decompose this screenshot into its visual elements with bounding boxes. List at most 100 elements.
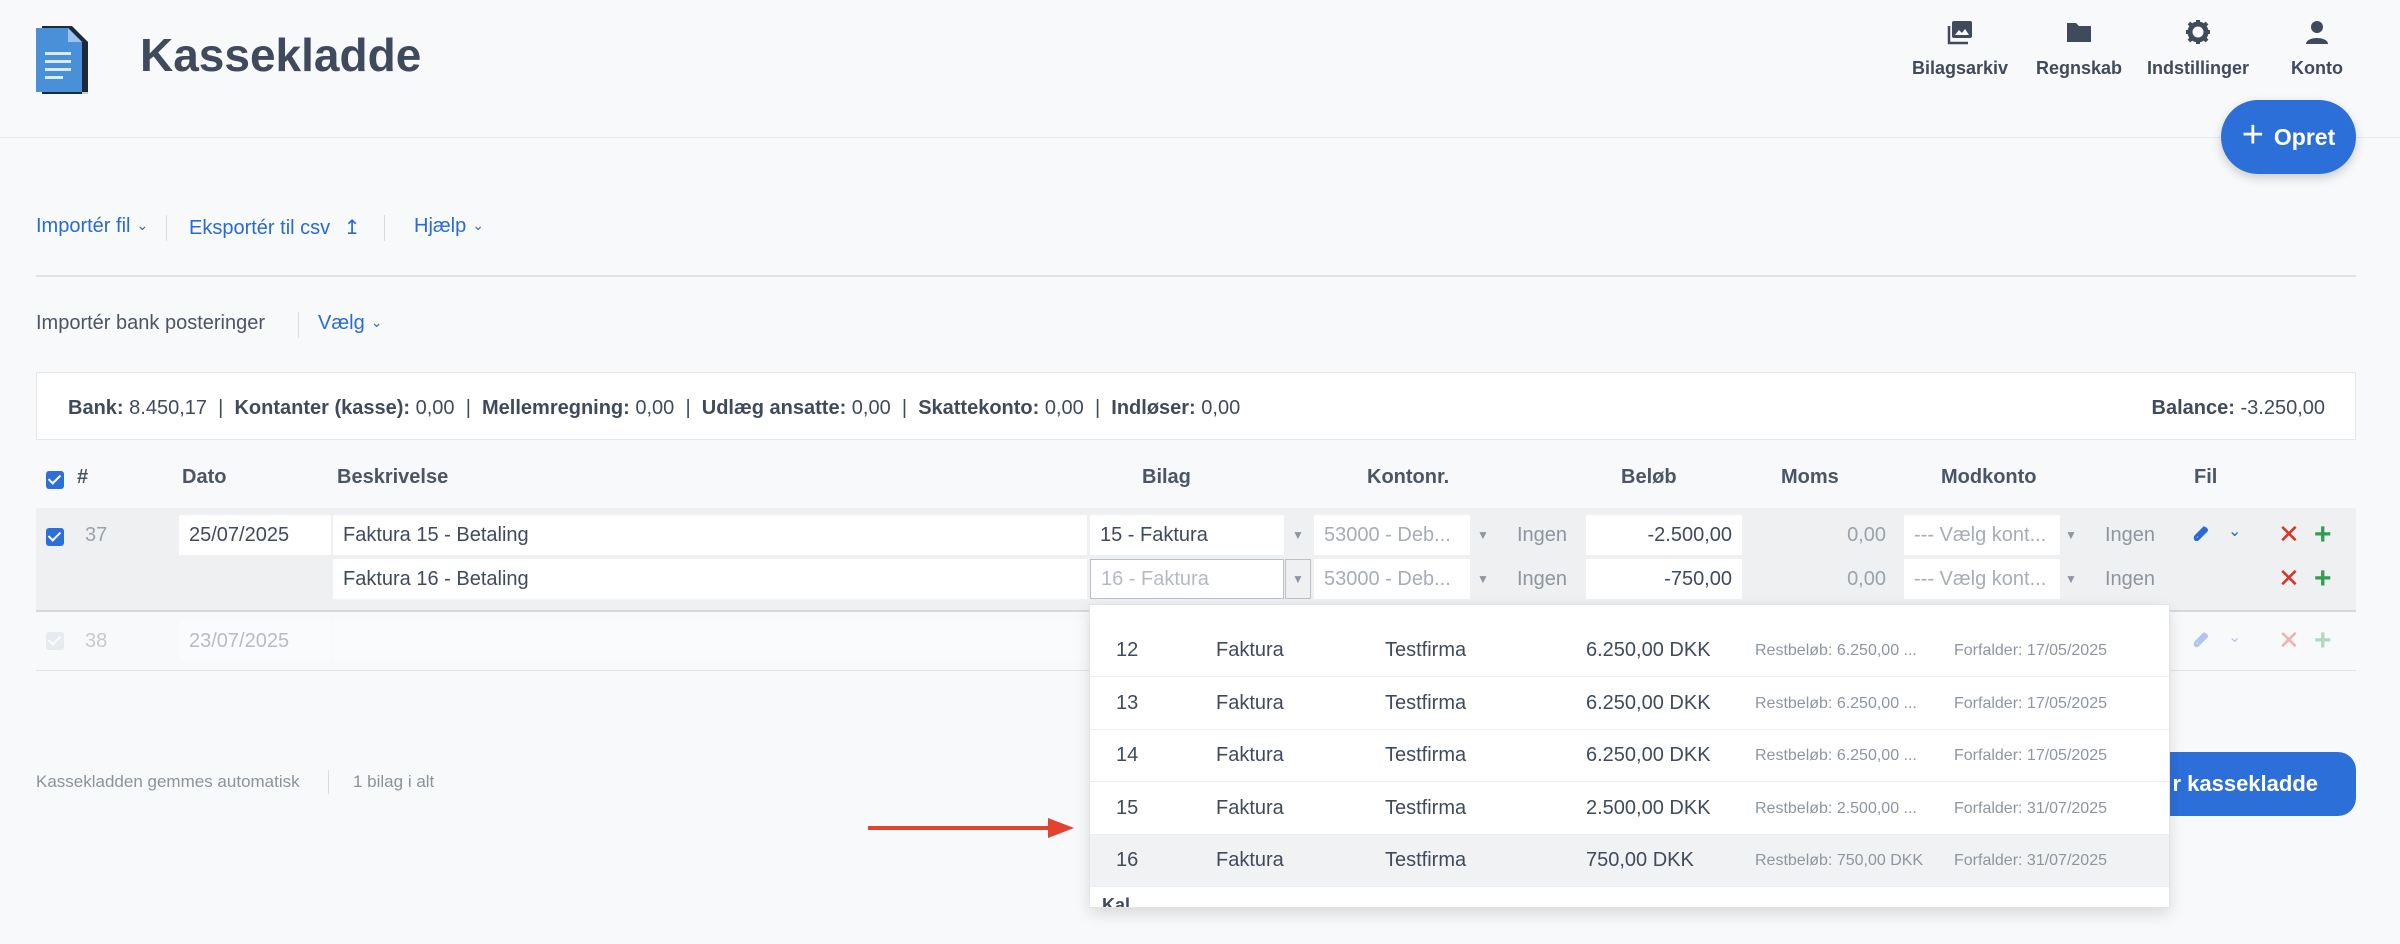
dropdown-option[interactable]: 15 Faktura Testfirma 2.500,00 DKK Restbe… — [1090, 783, 2169, 835]
nav-label: Regnskab — [2035, 58, 2123, 78]
option-type: Faktura — [1216, 639, 1284, 661]
delete-line-icon[interactable]: ✕ — [2278, 625, 2300, 656]
amount-input[interactable]: -2.500,00 — [1586, 515, 1742, 555]
export-csv-label: Eksportér til csv — [189, 217, 331, 239]
option-due: Forfalder: 17/05/2025 — [1954, 747, 2107, 764]
caret-down-icon[interactable]: ▼ — [2058, 515, 2084, 555]
add-line-icon[interactable]: + — [2314, 626, 2332, 656]
option-due: Forfalder: 31/07/2025 — [1954, 852, 2107, 869]
description-input[interactable]: Faktura 16 - Betaling — [333, 559, 1087, 599]
voucher-select[interactable]: 15 - Faktura — [1090, 515, 1284, 555]
column-header-number: # — [77, 466, 89, 488]
dropdown-option-highlighted[interactable]: 16 Faktura Testfirma 750,00 DKK Restbelø… — [1090, 835, 2169, 887]
import-file-menu[interactable]: Importér fil ⌄ — [36, 215, 148, 238]
column-header-vat: Moms — [1781, 466, 1839, 488]
caret-down-icon[interactable]: ▼ — [1285, 515, 1311, 555]
option-remaining: Restbeløb: 6.250,00 ... — [1755, 695, 1917, 712]
attachment-icon[interactable] — [2190, 524, 2212, 546]
nav-regnskab[interactable]: Regnskab — [2019, 18, 2139, 79]
column-header-account: Kontonr. — [1367, 466, 1450, 488]
caret-down-icon[interactable]: ▼ — [2058, 559, 2084, 599]
summary-separator: | — [1094, 397, 1101, 419]
counter-account-select[interactable]: --- Vælg kont... — [1904, 515, 2060, 555]
vat-code[interactable]: Ingen — [1517, 515, 1567, 555]
amount-input[interactable]: -750,00 — [1586, 559, 1742, 599]
account-select[interactable]: 53000 - Deb... — [1314, 559, 1470, 599]
row-checkbox[interactable] — [46, 632, 64, 650]
summary-value: 8.450,17 — [129, 397, 207, 419]
folder-icon — [2067, 23, 2091, 42]
option-company: Testfirma — [1385, 692, 1467, 714]
balance-value: -3.250,00 — [2240, 397, 2325, 419]
column-header-amount: Beløb — [1621, 466, 1677, 488]
option-type: Faktura — [1216, 797, 1284, 819]
dropdown-option[interactable]: 12 Faktura Testfirma 6.250,00 DKK Restbe… — [1090, 625, 2169, 677]
create-button[interactable]: + Opret — [2221, 100, 2356, 174]
annotation-arrow-icon — [868, 818, 1074, 838]
dropdown-option[interactable]: 13 Faktura Testfirma 6.250,00 DKK Restbe… — [1090, 678, 2169, 730]
chevron-down-icon[interactable]: ⌄ — [2228, 521, 2241, 541]
counter-vat-code[interactable]: Ingen — [2105, 515, 2155, 555]
delete-line-icon[interactable]: ✕ — [2278, 519, 2300, 550]
balance: Balance: -3.250,00 — [2152, 397, 2325, 420]
nav-bilagsarkiv[interactable]: Bilagsarkiv — [1900, 18, 2020, 79]
autosave-note: Kassekladden gemmes automatisk — [36, 772, 300, 791]
summary-separator: | — [685, 397, 691, 419]
option-type: Faktura — [1216, 744, 1284, 766]
row-checkbox[interactable] — [46, 528, 64, 546]
counter-vat-code[interactable]: Ingen — [2105, 559, 2155, 599]
summary-value: 0,00 — [851, 397, 891, 419]
counter-account-select[interactable]: --- Vælg kont... — [1904, 559, 2060, 599]
summary-label: Skattekonto: — [918, 397, 1040, 419]
app-title: Kassekladde — [140, 29, 422, 81]
voucher-select-open[interactable]: 16 - Faktura — [1090, 559, 1284, 599]
chevron-down-icon[interactable]: ⌄ — [2228, 627, 2241, 647]
option-number: 16 — [1116, 849, 1139, 871]
nav-indstillinger[interactable]: Indstillinger — [2138, 18, 2258, 79]
option-company: Testfirma — [1385, 797, 1467, 819]
caret-down-icon[interactable]: ▼ — [1285, 559, 1311, 599]
option-company: Testfirma — [1385, 849, 1467, 871]
summary-label: Indløser: — [1111, 397, 1196, 419]
caret-down-icon[interactable]: ▼ — [1470, 515, 1496, 555]
create-button-label: Opret — [2273, 123, 2336, 150]
summary-value: 0,00 — [1201, 397, 1241, 419]
balance-summary: Bank: 8.450,17 | Kontanter (kasse): 0,00… — [36, 372, 2356, 440]
help-menu[interactable]: Hjælp ⌄ — [414, 215, 484, 238]
option-number: 13 — [1116, 692, 1139, 714]
delete-line-icon[interactable]: ✕ — [2278, 563, 2300, 594]
description-input[interactable] — [333, 621, 1087, 661]
option-remaining: Restbeløb: 6.250,00 ... — [1755, 747, 1917, 764]
vat-amount: 0,00 — [1847, 567, 1886, 590]
dropdown-option[interactable]: 14 Faktura Testfirma 6.250,00 DKK Restbe… — [1090, 730, 2169, 782]
column-header-counter-account: Modkonto — [1941, 466, 2037, 488]
import-file-label: Importér fil — [36, 215, 131, 237]
vat-code[interactable]: Ingen — [1517, 559, 1567, 599]
option-amount: 6.250,00 DKK — [1586, 639, 1711, 661]
description-input[interactable]: Faktura 15 - Betaling — [333, 515, 1087, 555]
summary-label: Udlæg ansatte: — [701, 397, 847, 419]
add-line-icon[interactable]: + — [2314, 564, 2332, 594]
export-csv-link[interactable]: Eksportér til csv ↥ — [189, 215, 360, 240]
add-line-icon[interactable]: + — [2314, 520, 2332, 550]
divider — [384, 215, 385, 241]
attachment-icon[interactable] — [2190, 630, 2212, 652]
select-all-checkbox[interactable] — [46, 471, 64, 489]
save-journal-label: r kassekladde — [2172, 771, 2318, 796]
photo-library-icon — [1947, 21, 1972, 45]
date-input[interactable]: 25/07/2025 — [179, 515, 331, 555]
caret-down-icon[interactable]: ▼ — [1470, 559, 1496, 599]
option-number: 12 — [1116, 639, 1139, 661]
chevron-down-icon: ⌄ — [136, 217, 149, 233]
date-input[interactable]: 23/07/2025 — [179, 621, 331, 661]
nav-label: Konto — [2291, 58, 2343, 78]
balance-label: Balance: — [2151, 397, 2235, 419]
option-type: Faktura — [1216, 692, 1284, 714]
user-icon — [2306, 21, 2328, 44]
account-select[interactable]: 53000 - Deb... — [1314, 515, 1470, 555]
option-remaining: Restbeløb: 750,00 DKK — [1755, 852, 1924, 869]
option-amount: 2.500,00 DKK — [1586, 797, 1711, 819]
plus-icon: + — [2241, 114, 2264, 156]
bank-import-select[interactable]: Vælg ⌄ — [318, 312, 382, 335]
nav-konto[interactable]: Konto — [2257, 18, 2377, 79]
